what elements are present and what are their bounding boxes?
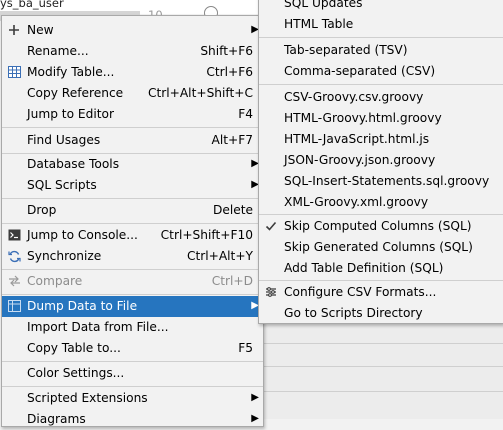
submenu-item-html-javascript[interactable]: HTML-JavaScript.html.js (259, 129, 503, 150)
menu-separator (259, 84, 503, 85)
submenu-item-html-table[interactable]: HTML Table (259, 14, 503, 35)
menu-separator (2, 361, 263, 362)
divider (258, 343, 503, 344)
tree-node-label: ys_ba_user (0, 0, 64, 10)
checkmark-icon (264, 220, 278, 234)
menu-separator (2, 294, 263, 295)
background-panel (258, 322, 503, 419)
table-icon (7, 66, 21, 80)
submenu-item-configure-csv[interactable]: Configure CSV Formats... (259, 282, 503, 303)
menu-item-copy-table[interactable]: Copy Table to... F5 (2, 338, 263, 359)
menu-separator (2, 223, 263, 224)
menu-item-color-settings[interactable]: Color Settings... (2, 363, 263, 384)
context-menu: New ▶ Rename... Shift+F6 Modify Table...… (1, 15, 264, 427)
submenu-item-sql-updates[interactable]: SQL Updates (259, 0, 503, 14)
dump-icon (7, 300, 21, 314)
menu-separator (259, 280, 503, 281)
menu-item-jump-to-console[interactable]: Jump to Console... Ctrl+Shift+F10 (2, 225, 263, 246)
menu-separator (2, 198, 263, 199)
divider (258, 391, 503, 392)
menu-item-copy-reference[interactable]: Copy Reference Ctrl+Alt+Shift+C (2, 83, 263, 104)
menu-item-drop[interactable]: Drop Delete (2, 200, 263, 221)
settings-icon (264, 286, 278, 300)
submenu-item-json-groovy[interactable]: JSON-Groovy.json.groovy (259, 150, 503, 171)
plus-icon (7, 24, 21, 38)
menu-separator (259, 37, 503, 38)
submenu-item-skip-generated[interactable]: Skip Generated Columns (SQL) (259, 237, 503, 258)
sync-icon (7, 250, 21, 264)
submenu-item-scripts-directory[interactable]: Go to Scripts Directory (259, 303, 503, 324)
menu-item-database-tools[interactable]: Database Tools ▶ (2, 154, 263, 175)
menu-separator (2, 127, 263, 128)
submenu-item-sql-insert[interactable]: SQL-Insert-Statements.sql.groovy (259, 171, 503, 192)
menu-item-jump-to-editor[interactable]: Jump to Editor F4 (2, 104, 263, 125)
menu-item-modify-table[interactable]: Modify Table... Ctrl+F6 (2, 62, 263, 83)
menu-item-rename[interactable]: Rename... Shift+F6 (2, 41, 263, 62)
submenu-item-skip-computed[interactable]: Skip Computed Columns (SQL) (259, 216, 503, 237)
menu-item-find-usages[interactable]: Find Usages Alt+F7 (2, 130, 263, 151)
submenu-item-tsv[interactable]: Tab-separated (TSV) (259, 40, 503, 61)
submenu-item-csv[interactable]: Comma-separated (CSV) (259, 61, 503, 82)
divider (258, 366, 503, 367)
menu-item-new[interactable]: New ▶ (2, 20, 263, 41)
submenu-item-html-groovy[interactable]: HTML-Groovy.html.groovy (259, 108, 503, 129)
menu-separator (2, 386, 263, 387)
submenu-item-add-table-definition[interactable]: Add Table Definition (SQL) (259, 258, 503, 279)
menu-item-synchronize[interactable]: Synchronize Ctrl+Alt+Y (2, 246, 263, 267)
menu-item-compare[interactable]: Compare Ctrl+D (2, 271, 263, 292)
menu-separator (2, 269, 263, 270)
menu-item-scripted-extensions[interactable]: Scripted Extensions ▶ (2, 388, 263, 409)
submenu-item-xml-groovy[interactable]: XML-Groovy.xml.groovy (259, 192, 503, 213)
submenu-arrow-icon: ▶ (251, 392, 259, 403)
compare-icon (7, 275, 21, 289)
menu-item-sql-scripts[interactable]: SQL Scripts ▶ (2, 175, 263, 196)
dump-data-submenu: SQL Updates HTML Table Tab-separated (TS… (258, 0, 503, 324)
menu-item-diagrams[interactable]: Diagrams ▶ (2, 409, 263, 430)
menu-separator (259, 214, 503, 215)
menu-item-import-data[interactable]: Import Data from File... (2, 317, 263, 338)
submenu-item-csv-groovy[interactable]: CSV-Groovy.csv.groovy (259, 87, 503, 108)
menu-item-dump-data-to-file[interactable]: Dump Data to File ▶ (2, 296, 263, 317)
console-icon (7, 229, 21, 243)
